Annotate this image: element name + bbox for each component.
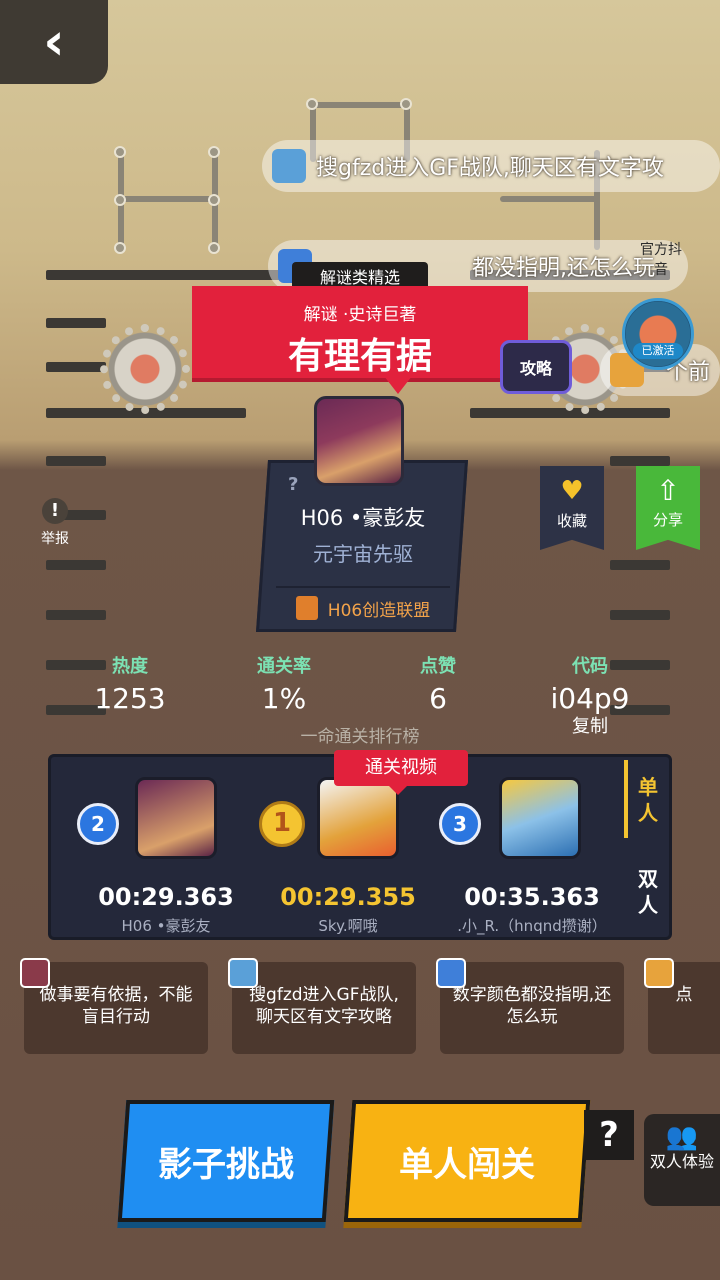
share-label: 分享 bbox=[652, 511, 683, 529]
copy-code-button[interactable]: 复制 bbox=[560, 712, 620, 738]
level-card[interactable]: ? H06 •豪彭友 元宇宙先驱 H06创造联盟 bbox=[266, 462, 460, 630]
official-douyin-button[interactable]: 官方抖音 bbox=[634, 232, 688, 298]
share-button[interactable]: ⇧ 分享 bbox=[636, 466, 700, 550]
rank-time: 00:29.363 bbox=[98, 883, 234, 911]
back-button[interactable]: ‹ bbox=[0, 0, 108, 84]
report-label: 举报 bbox=[41, 531, 69, 547]
rank-time: 00:29.355 bbox=[280, 883, 416, 911]
single-play-button[interactable]: 单人闯关 bbox=[343, 1100, 591, 1222]
level-author: H06 •豪彭友 bbox=[300, 506, 426, 530]
mode-single-tab[interactable]: 单人 bbox=[624, 774, 672, 826]
rank-player-name: .小_R.（hnqnd攒谢） bbox=[457, 917, 607, 935]
comment-card[interactable]: 数字颜色都没指明,还怎么玩 bbox=[436, 958, 624, 1054]
team-link[interactable]: H06创造联盟 bbox=[276, 586, 450, 621]
shadow-challenge-label: 影子挑战 bbox=[158, 1144, 294, 1185]
rank-title: 一命通关排行榜 bbox=[300, 727, 420, 747]
banner-pointer bbox=[384, 376, 412, 394]
duo-trial-button[interactable]: 👥 双人体验 bbox=[644, 1114, 720, 1206]
level-thumbnail bbox=[314, 396, 404, 486]
author-title: 元宇宙先驱 bbox=[313, 542, 413, 566]
favorite-label: 收藏 bbox=[556, 512, 587, 530]
mode-switch: 单人 双人 bbox=[624, 754, 672, 940]
stat-likes: 点赞 6 bbox=[420, 656, 456, 715]
rank-badge: 3 bbox=[439, 803, 481, 845]
shadow-challenge-button[interactable]: 影子挑战 bbox=[117, 1100, 335, 1222]
warning-icon: ! bbox=[42, 498, 68, 524]
favorite-button[interactable]: ♥ 收藏 bbox=[540, 466, 604, 550]
share-icon: ⇧ bbox=[656, 474, 680, 507]
duo-trial-label: 双人体验 bbox=[649, 1152, 714, 1171]
avatar[interactable] bbox=[135, 777, 217, 859]
stat-clear-rate: 通关率 1% bbox=[257, 656, 311, 715]
help-button[interactable]: ? bbox=[584, 1110, 634, 1160]
stat-code: 代码 i04p9 bbox=[550, 656, 630, 715]
level-title: 有理有据 bbox=[287, 336, 432, 377]
guide-label: 攻略 bbox=[519, 359, 552, 378]
rank-player-name: Sky.啊哦 bbox=[318, 917, 378, 935]
single-play-label: 单人闯关 bbox=[399, 1144, 535, 1185]
team-badge-icon bbox=[295, 596, 318, 620]
heart-icon: ♥ bbox=[560, 476, 584, 506]
title-banner: 解谜 ·史诗巨著 有理有据 bbox=[192, 286, 528, 378]
rank-badge: 1 bbox=[259, 801, 305, 847]
activated-badge[interactable]: 已激活 bbox=[622, 298, 694, 370]
chevron-left-icon: ‹ bbox=[43, 12, 65, 72]
danmaku-bubble: 搜gfzd进入GF战队,聊天区有文字攻 bbox=[262, 140, 720, 192]
level-subtitle: 解谜 ·史诗巨著 bbox=[303, 305, 417, 325]
avatar bbox=[272, 149, 306, 183]
tag-pointer bbox=[388, 785, 408, 795]
avatar bbox=[644, 958, 674, 988]
avatar[interactable] bbox=[499, 777, 581, 859]
comment-card[interactable]: 做事要有依据，不能盲目行动 bbox=[20, 958, 208, 1054]
activated-label: 已激活 bbox=[633, 343, 683, 359]
guide-button[interactable]: 攻略 bbox=[500, 340, 572, 394]
rank-player-name: H06 •豪彭友 bbox=[121, 917, 211, 935]
unknown-mark: ? bbox=[288, 474, 299, 495]
avatar bbox=[228, 958, 258, 988]
rank-badge: 2 bbox=[77, 803, 119, 845]
avatar[interactable] bbox=[317, 777, 399, 859]
report-button[interactable]: ! 举报 bbox=[30, 498, 80, 548]
stat-heat: 热度 1253 bbox=[94, 656, 166, 715]
rank-time: 00:35.363 bbox=[464, 883, 600, 911]
team-name: H06创造联盟 bbox=[327, 600, 431, 621]
avatar bbox=[436, 958, 466, 988]
mode-double-tab[interactable]: 双人 bbox=[624, 866, 672, 918]
two-people-icon: 👥 bbox=[665, 1122, 699, 1152]
comment-card[interactable]: 搜gfzd进入GF战队,聊天区有文字攻略 bbox=[228, 958, 416, 1054]
avatar bbox=[20, 958, 50, 988]
clear-video-tab[interactable]: 通关视频 bbox=[334, 750, 468, 786]
comment-card[interactable]: 点 bbox=[644, 958, 720, 1054]
